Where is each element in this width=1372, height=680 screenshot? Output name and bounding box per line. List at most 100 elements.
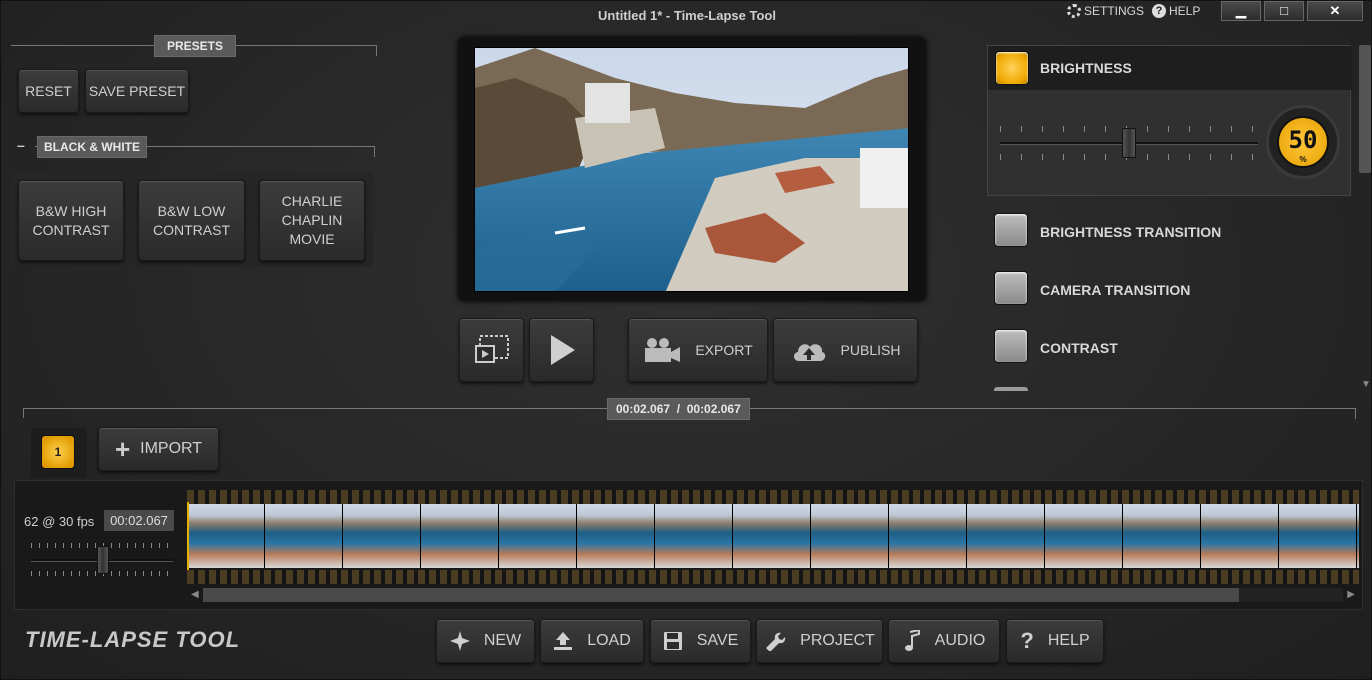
frame-thumbnail[interactable] bbox=[1201, 504, 1279, 568]
frame-thumbnail[interactable] bbox=[1045, 504, 1123, 568]
scroll-left-arrow[interactable]: ◀ bbox=[191, 589, 199, 600]
timeline-scrollbar[interactable]: ◀ ▶ bbox=[187, 586, 1359, 604]
contrast-toggle[interactable] bbox=[994, 329, 1028, 363]
play-button[interactable] bbox=[529, 318, 594, 382]
preset-bw-low-contrast[interactable]: B&W LOW CONTRAST bbox=[138, 180, 245, 261]
settings-label: SETTINGS bbox=[1084, 4, 1145, 18]
frame-thumbnail[interactable] bbox=[265, 504, 343, 568]
publish-button[interactable]: PUBLISH bbox=[773, 318, 918, 382]
frame-thumbnail[interactable] bbox=[1279, 504, 1357, 568]
publish-label: PUBLISH bbox=[840, 342, 901, 358]
frame-thumbnail[interactable] bbox=[889, 504, 967, 568]
audio-button[interactable]: AUDIO bbox=[888, 619, 1000, 663]
save-label: SAVE bbox=[696, 632, 739, 649]
help-button[interactable]: ? HELP bbox=[1006, 619, 1104, 663]
film-perforations-top bbox=[187, 490, 1359, 504]
brightness-transition-label: BRIGHTNESS TRANSITION bbox=[1040, 224, 1222, 240]
frame-thumbnail[interactable] bbox=[1123, 504, 1201, 568]
scrollbar-thumb[interactable] bbox=[1359, 45, 1371, 173]
save-preset-button[interactable]: SAVE PRESET bbox=[85, 69, 189, 113]
project-button[interactable]: PROJECT bbox=[756, 619, 883, 663]
load-label: LOAD bbox=[587, 632, 631, 649]
brightness-toggle[interactable] bbox=[995, 51, 1029, 85]
preset-charlie-chaplin-movie[interactable]: CHARLIE CHAPLIN MOVIE bbox=[259, 180, 365, 261]
playhead[interactable] bbox=[187, 502, 189, 570]
filmstrip[interactable] bbox=[187, 488, 1359, 584]
preview-frame bbox=[458, 37, 926, 301]
frame-thumbnail[interactable] bbox=[811, 504, 889, 568]
brightness-value: 50 bbox=[1288, 126, 1318, 154]
help-link[interactable]: ? HELP bbox=[1152, 4, 1200, 18]
brightness-header: BRIGHTNESS bbox=[988, 46, 1352, 90]
audio-label: AUDIO bbox=[934, 632, 986, 649]
brightness-slider[interactable] bbox=[1000, 124, 1258, 164]
close-button[interactable]: ✕ bbox=[1307, 1, 1363, 21]
preview-mode-button[interactable] bbox=[459, 318, 524, 382]
frame-thumbnail[interactable] bbox=[1357, 504, 1359, 568]
frame-thumbnail[interactable] bbox=[967, 504, 1045, 568]
preset-bw-high-contrast[interactable]: B&W HIGH CONTRAST bbox=[18, 180, 124, 261]
frames-info: 62 @ 30 fps bbox=[24, 514, 95, 529]
collapse-group-button[interactable]: – bbox=[17, 137, 25, 153]
app-window: Untitled 1* - Time-Lapse Tool SETTINGS ?… bbox=[0, 0, 1372, 680]
zoom-thumb[interactable] bbox=[97, 546, 109, 574]
help-label: HELP bbox=[1169, 4, 1201, 18]
scroll-down-arrow[interactable]: ▼ bbox=[1361, 379, 1371, 390]
preview-image bbox=[475, 48, 908, 291]
export-label: EXPORT bbox=[695, 342, 753, 358]
upload-icon bbox=[554, 632, 573, 650]
help-icon: ? bbox=[1152, 4, 1167, 18]
camera-transition-label: CAMERA TRANSITION bbox=[1040, 282, 1191, 298]
dial-face: 50 % bbox=[1277, 116, 1329, 168]
brightness-label: BRIGHTNESS bbox=[1040, 60, 1132, 76]
frame-thumbnail[interactable] bbox=[187, 504, 265, 568]
import-button[interactable]: + IMPORT bbox=[98, 427, 219, 471]
frame-thumbnail[interactable] bbox=[499, 504, 577, 568]
adjustments-scrollbar[interactable]: ▼ bbox=[1359, 45, 1371, 391]
timeline-divider-end bbox=[1355, 409, 1356, 419]
cloud-upload-icon bbox=[793, 344, 825, 361]
track-tab[interactable]: 1 bbox=[31, 428, 87, 478]
help-button-label: HELP bbox=[1047, 632, 1090, 649]
film-perforations-bottom bbox=[187, 570, 1359, 584]
title-bar: Untitled 1* - Time-Lapse Tool SETTINGS ?… bbox=[1, 1, 1372, 31]
zoom-slider[interactable] bbox=[31, 543, 173, 579]
bw-group-header: BLACK & WHITE bbox=[37, 136, 147, 158]
presets-divider-end bbox=[376, 46, 377, 56]
brightness-dial[interactable]: 50 % bbox=[1266, 105, 1340, 179]
maximize-button[interactable]: □ bbox=[1264, 1, 1304, 21]
frame-thumbnail[interactable] bbox=[343, 504, 421, 568]
slider-thumb[interactable] bbox=[1122, 128, 1136, 158]
minimize-button[interactable]: ▁ bbox=[1221, 1, 1261, 21]
plus-icon: + bbox=[114, 434, 131, 464]
settings-link[interactable]: SETTINGS bbox=[1067, 4, 1144, 18]
brand-logo: TIME-LAPSE TOOL bbox=[25, 627, 241, 652]
bw-divider-end bbox=[374, 147, 375, 157]
video-preview bbox=[474, 47, 909, 292]
frame-thumbnail[interactable] bbox=[733, 504, 811, 568]
import-label: IMPORT bbox=[140, 440, 203, 457]
save-button[interactable]: SAVE bbox=[650, 619, 751, 663]
export-button[interactable]: EXPORT bbox=[628, 318, 768, 382]
frame-thumbnail[interactable] bbox=[421, 504, 499, 568]
timeline-scroll-thumb[interactable] bbox=[203, 588, 1239, 602]
play-icon bbox=[550, 335, 575, 365]
floppy-disk-icon bbox=[663, 632, 682, 650]
time-display: 00:02.067 / 00:02.067 bbox=[607, 398, 750, 420]
top-menu: SETTINGS ? HELP bbox=[1067, 4, 1200, 18]
load-button[interactable]: LOAD bbox=[540, 619, 644, 663]
reset-button[interactable]: RESET bbox=[18, 69, 79, 113]
frame-thumbnail[interactable] bbox=[655, 504, 733, 568]
contrast-label: CONTRAST bbox=[1040, 340, 1118, 356]
scroll-right-arrow[interactable]: ▶ bbox=[1347, 589, 1355, 600]
track-number: 1 bbox=[41, 435, 75, 469]
wrench-icon bbox=[766, 632, 786, 651]
project-label: PROJECT bbox=[800, 632, 875, 649]
new-button[interactable]: NEW bbox=[436, 619, 535, 663]
camera-transition-toggle[interactable] bbox=[994, 271, 1028, 305]
window-controls: ▁ □ ✕ bbox=[1221, 1, 1363, 21]
duration-field[interactable]: 00:02.067 bbox=[104, 510, 174, 531]
brightness-transition-toggle[interactable] bbox=[994, 213, 1028, 247]
frame-thumbnail[interactable] bbox=[577, 504, 655, 568]
next-toggle-partial[interactable] bbox=[994, 387, 1028, 391]
